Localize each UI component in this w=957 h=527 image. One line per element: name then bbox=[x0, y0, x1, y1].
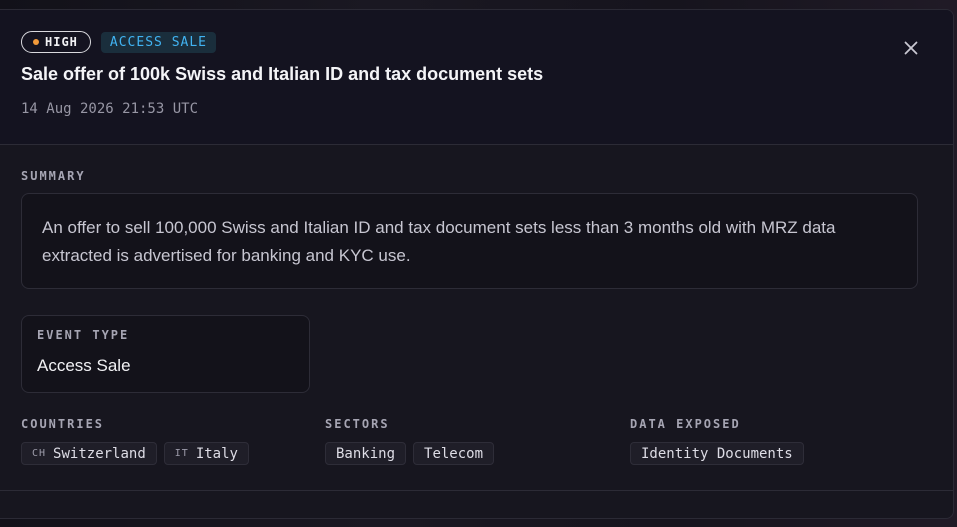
modal-header: HIGH ACCESS SALE Sale offer of 100k Swis… bbox=[0, 10, 953, 145]
event-type-card: EVENT TYPE Access Sale bbox=[21, 315, 310, 393]
sector-chip-banking: Banking bbox=[325, 442, 407, 465]
country-name: Switzerland bbox=[53, 445, 146, 462]
data-exposed-chip-identity-documents: Identity Documents bbox=[630, 442, 804, 465]
country-code: IT bbox=[174, 448, 189, 459]
badge-row: HIGH ACCESS SALE bbox=[21, 31, 216, 53]
sectors-list: Banking Telecom bbox=[325, 442, 495, 465]
sectors-heading: SECTORS bbox=[325, 417, 390, 431]
countries-list: CH Switzerland IT Italy bbox=[21, 442, 249, 465]
severity-label: HIGH bbox=[45, 35, 78, 49]
countries-heading: COUNTRIES bbox=[21, 417, 105, 431]
event-type-heading: EVENT TYPE bbox=[37, 328, 130, 342]
event-timestamp: 14 Aug 2026 21:53 UTC bbox=[21, 101, 199, 117]
event-title: Sale offer of 100k Swiss and Italian ID … bbox=[21, 64, 544, 84]
country-name: Italy bbox=[195, 445, 238, 462]
country-chip-switzerland: CH Switzerland bbox=[21, 442, 157, 465]
severity-badge: HIGH bbox=[21, 31, 91, 53]
data-exposed-list: Identity Documents bbox=[630, 442, 804, 465]
footer-divider bbox=[0, 490, 953, 491]
country-code: CH bbox=[32, 448, 47, 459]
summary-text: An offer to sell 100,000 Swiss and Itali… bbox=[42, 218, 836, 265]
event-type-badge: ACCESS SALE bbox=[100, 31, 216, 53]
sector-chip-telecom: Telecom bbox=[413, 442, 495, 465]
country-chip-italy: IT Italy bbox=[163, 442, 249, 465]
severity-dot-icon bbox=[33, 39, 39, 45]
close-button[interactable] bbox=[902, 39, 920, 57]
data-exposed-heading: DATA EXPOSED bbox=[630, 417, 741, 431]
event-type-value: Access Sale bbox=[37, 356, 131, 375]
summary-box: An offer to sell 100,000 Swiss and Itali… bbox=[21, 193, 918, 289]
close-icon bbox=[904, 41, 918, 55]
event-detail-modal: HIGH ACCESS SALE Sale offer of 100k Swis… bbox=[0, 9, 954, 519]
summary-heading: SUMMARY bbox=[21, 169, 86, 183]
